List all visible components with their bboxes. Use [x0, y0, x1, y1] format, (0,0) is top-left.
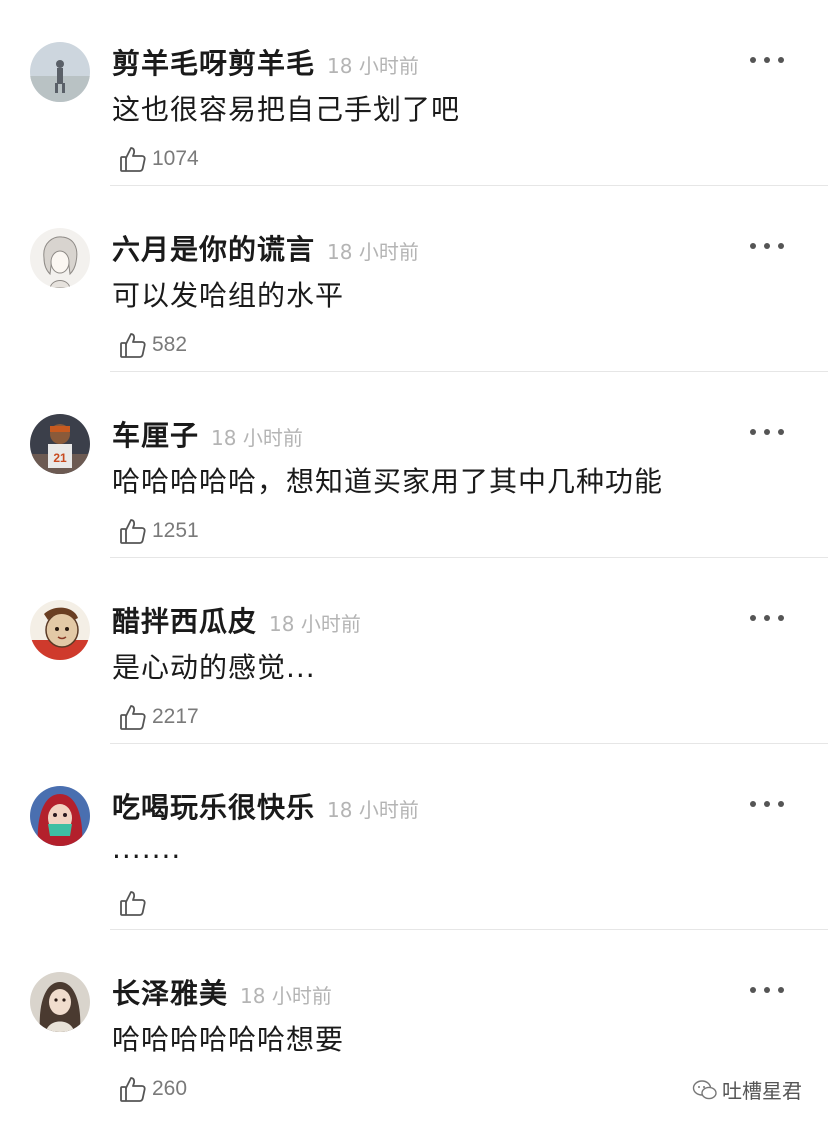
comment-header: 长泽雅美 18 小时前	[112, 972, 332, 1010]
like-button[interactable]: 1251	[118, 512, 199, 550]
username[interactable]: 醋拌西瓜皮	[112, 600, 257, 640]
like-count: 1251	[152, 519, 199, 542]
timestamp: 18 小时前	[269, 612, 361, 636]
thumbs-up-icon	[120, 891, 146, 916]
username[interactable]: 车厘子	[112, 414, 199, 454]
avatar[interactable]	[30, 600, 90, 660]
wechat-icon	[692, 1079, 717, 1099]
timestamp: 18 小时前	[327, 54, 419, 78]
timestamp: 18 小时前	[211, 426, 303, 450]
like-button[interactable]	[118, 884, 152, 922]
timestamp: 18 小时前	[327, 798, 419, 822]
comment-item: 剪羊毛呀剪羊毛 18 小时前 这也很容易把自己手划了吧 1074	[0, 0, 828, 186]
username[interactable]: 剪羊毛呀剪羊毛	[112, 42, 315, 82]
comment-text: 哈哈哈哈哈，想知道买家用了其中几种功能	[112, 465, 664, 498]
comment-header: 剪羊毛呀剪羊毛 18 小时前	[112, 42, 419, 80]
comment-item: 吃喝玩乐很快乐 18 小时前 .......	[0, 744, 828, 930]
more-dots-icon[interactable]	[750, 798, 784, 810]
username[interactable]: 六月是你的谎言	[112, 228, 315, 268]
more-dots-icon[interactable]	[750, 612, 784, 624]
avatar[interactable]: 21	[30, 414, 90, 474]
watermark: 吐槽星君	[692, 1075, 802, 1104]
like-button[interactable]: 2217	[118, 698, 199, 736]
comment-item: 六月是你的谎言 18 小时前 可以发哈组的水平 582	[0, 186, 828, 372]
thumbs-up-icon	[120, 333, 146, 358]
comment-item: 21 车厘子 18 小时前 哈哈哈哈哈，想知道买家用了其中几种功能 1251	[0, 372, 828, 558]
thumbs-up-icon	[120, 705, 146, 730]
comment-text: 是心动的感觉...	[112, 651, 316, 684]
watermark-text: 吐槽星君	[722, 1079, 802, 1103]
like-count: 582	[152, 333, 188, 356]
like-button[interactable]: 260	[118, 1070, 187, 1108]
comment-text: 哈哈哈哈哈哈想要	[112, 1023, 345, 1056]
thumbs-up-icon	[120, 147, 146, 172]
like-count: 2217	[152, 705, 199, 728]
comment-header: 车厘子 18 小时前	[112, 414, 303, 452]
like-count: 260	[152, 1077, 188, 1100]
username[interactable]: 长泽雅美	[112, 972, 228, 1012]
comment-header: 六月是你的谎言 18 小时前	[112, 228, 419, 266]
username[interactable]: 吃喝玩乐很快乐	[112, 786, 315, 826]
comment-list: 剪羊毛呀剪羊毛 18 小时前 这也很容易把自己手划了吧 1074 六月是你的谎言…	[0, 0, 828, 1116]
comment-text: .......	[112, 832, 182, 865]
comment-header: 吃喝玩乐很快乐 18 小时前	[112, 786, 419, 824]
avatar[interactable]	[30, 42, 90, 102]
avatar[interactable]	[30, 228, 90, 288]
avatar[interactable]	[30, 972, 90, 1032]
avatar[interactable]	[30, 786, 90, 846]
thumbs-up-icon	[120, 1077, 146, 1102]
like-button[interactable]: 1074	[118, 140, 199, 178]
more-dots-icon[interactable]	[750, 54, 784, 66]
like-count: 1074	[152, 147, 199, 170]
more-dots-icon[interactable]	[750, 240, 784, 252]
comment-header: 醋拌西瓜皮 18 小时前	[112, 600, 361, 638]
svg-text:21: 21	[53, 451, 67, 465]
more-dots-icon[interactable]	[750, 984, 784, 996]
comment-text: 可以发哈组的水平	[112, 279, 345, 312]
more-dots-icon[interactable]	[750, 426, 784, 438]
like-button[interactable]: 582	[118, 326, 187, 364]
comment-item: 醋拌西瓜皮 18 小时前 是心动的感觉... 2217	[0, 558, 828, 744]
thumbs-up-icon	[120, 519, 146, 544]
comment-text: 这也很容易把自己手划了吧	[112, 93, 461, 126]
timestamp: 18 小时前	[240, 984, 332, 1008]
timestamp: 18 小时前	[327, 240, 419, 264]
